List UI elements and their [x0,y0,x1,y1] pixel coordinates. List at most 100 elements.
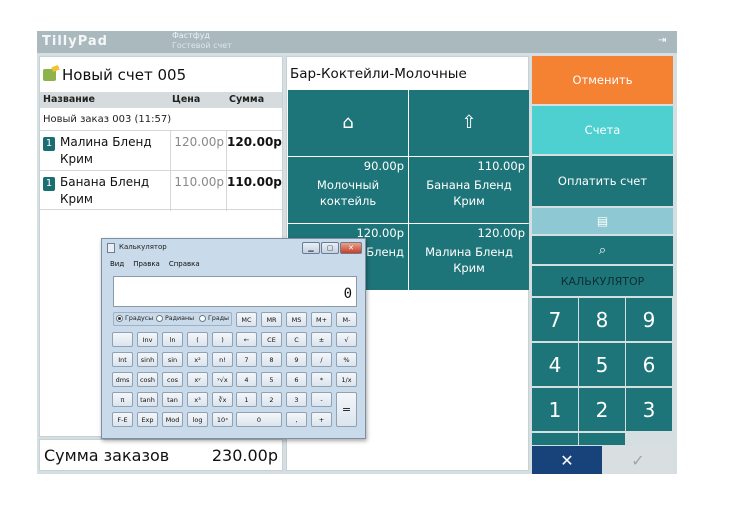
calc-key[interactable]: 6 [286,372,307,387]
calc-key[interactable]: ( [187,332,208,347]
close-window-button[interactable]: ✕ [340,242,362,254]
calc-key[interactable]: sin [162,352,183,367]
keypad-5[interactable]: 5 [579,343,625,386]
bills-button[interactable]: Счета [532,106,673,154]
calc-key[interactable]: 7 [236,352,257,367]
calc-key-mplus[interactable]: M+ [311,312,332,327]
menu-view[interactable]: Вид [110,260,124,268]
calc-key[interactable]: 8 [261,352,282,367]
keypad-4[interactable]: 4 [532,343,578,386]
radio-grads[interactable]: Грады [199,315,229,322]
product-tile[interactable]: 110.00р Банана Бленд Крим [409,157,529,223]
cancel-button[interactable]: Отменить [532,56,673,104]
order-header: Новый заказ 003 (11:57) [43,114,172,125]
keypad-6[interactable]: 6 [626,343,672,386]
keypad-row-partial[interactable] [579,433,625,445]
bill-item-row[interactable]: 1 Банана Бленд Крим 110.00р 110.00р [40,170,282,211]
calc-key-mminus[interactable]: M- [336,312,357,327]
minimize-button[interactable]: ▁ [302,242,320,254]
keypad-9[interactable]: 9 [626,298,672,341]
calc-key[interactable]: x² [187,352,208,367]
check-icon: ✓ [631,450,645,470]
calc-key[interactable]: dms [112,372,133,387]
receipt-button[interactable]: ▤ [532,208,673,234]
product-tile[interactable]: 90.00р Молочный коктейль [288,157,408,223]
keypad-8[interactable]: 8 [579,298,625,341]
keypad-3[interactable]: 3 [626,388,672,431]
calc-key[interactable]: n! [212,352,233,367]
calc-key[interactable]: 1 [236,392,257,407]
calc-key[interactable]: Inv [137,332,158,347]
calc-key[interactable]: 4 [236,372,257,387]
calc-key[interactable]: tan [162,392,183,407]
col-sum: Сумма [229,94,265,105]
calc-key[interactable]: Mod [162,412,183,427]
keypad-1[interactable]: 1 [532,388,578,431]
calc-key[interactable]: ± [311,332,332,347]
calc-key[interactable]: , [286,412,307,427]
calc-key[interactable]: ) [212,332,233,347]
radio-dot-icon [156,315,163,322]
calc-key[interactable]: + [311,412,332,427]
calc-key[interactable]: 3 [286,392,307,407]
calc-key[interactable]: π [112,392,133,407]
product-tile[interactable]: 120.00р Малина Бленд Крим [409,224,529,290]
calc-key[interactable]: ln [162,332,183,347]
calc-key[interactable]: = [336,392,357,427]
keypad-row-partial[interactable] [532,433,578,445]
calc-key[interactable]: cosh [137,372,158,387]
up-level-button[interactable]: ⇧ [409,90,529,156]
calc-key[interactable]: 10ˣ [212,412,233,427]
home-button[interactable]: ⌂ [288,90,408,156]
calc-key[interactable]: C [286,332,307,347]
pay-bill-button[interactable]: Оплатить счет [532,156,673,206]
calc-key[interactable]: 9 [286,352,307,367]
calc-key[interactable]: cos [162,372,183,387]
calc-key[interactable]: F-E [112,412,133,427]
calc-key-mc[interactable]: MC [236,312,257,327]
calc-key[interactable]: √ [336,332,357,347]
calc-key[interactable]: - [311,392,332,407]
clear-button[interactable]: ✕ [532,446,602,474]
calc-key-mr[interactable]: MR [261,312,282,327]
bill-item-row[interactable]: 1 Малина Бленд Крим 120.00р 120.00р [40,130,282,171]
calc-key[interactable]: ← [236,332,257,347]
calc-key[interactable]: tanh [137,392,158,407]
calc-key[interactable]: 5 [261,372,282,387]
radio-label: Градусы [125,315,154,322]
confirm-button[interactable]: ✓ [603,446,673,474]
menu-help[interactable]: Справка [169,260,200,268]
calc-key[interactable]: log [187,412,208,427]
exit-icon[interactable]: ⇥ [658,35,670,47]
calculator-titlebar[interactable]: Калькулятор ▁ ▢ ✕ [102,239,365,257]
calc-key[interactable]: / [311,352,332,367]
calculator-title: Калькулятор [119,243,167,251]
keypad-2[interactable]: 2 [579,388,625,431]
calc-key[interactable]: xʸ [187,372,208,387]
maximize-button[interactable]: ▢ [321,242,339,254]
item-qty: 1 [43,177,55,191]
calc-key[interactable]: % [336,352,357,367]
calculator-icon [107,243,115,253]
calc-key[interactable]: Int [112,352,133,367]
calc-key[interactable]: 1/x [336,372,357,387]
calc-key[interactable]: x³ [187,392,208,407]
calc-key[interactable]: sinh [137,352,158,367]
calc-key[interactable]: * [311,372,332,387]
calc-key[interactable]: ∛x [212,392,233,407]
calculator-button[interactable]: КАЛЬКУЛЯТОР [532,266,673,296]
calc-key-ms[interactable]: MS [286,312,307,327]
search-button[interactable]: ⌕ [532,236,673,264]
calc-key[interactable]: 0 [236,412,282,427]
calc-key[interactable]: CE [261,332,282,347]
calc-key[interactable]: 2 [261,392,282,407]
calc-key[interactable]: Exp [137,412,158,427]
total-label: Сумма заказов [44,446,170,465]
radio-degrees[interactable]: Градусы [116,315,153,322]
receipt-icon: ▤ [596,214,609,228]
calc-key[interactable] [112,332,133,347]
calc-key[interactable]: ʸ√x [212,372,233,387]
keypad-7[interactable]: 7 [532,298,578,341]
radio-radians[interactable]: Радианы [156,315,194,322]
menu-edit[interactable]: Правка [133,260,160,268]
